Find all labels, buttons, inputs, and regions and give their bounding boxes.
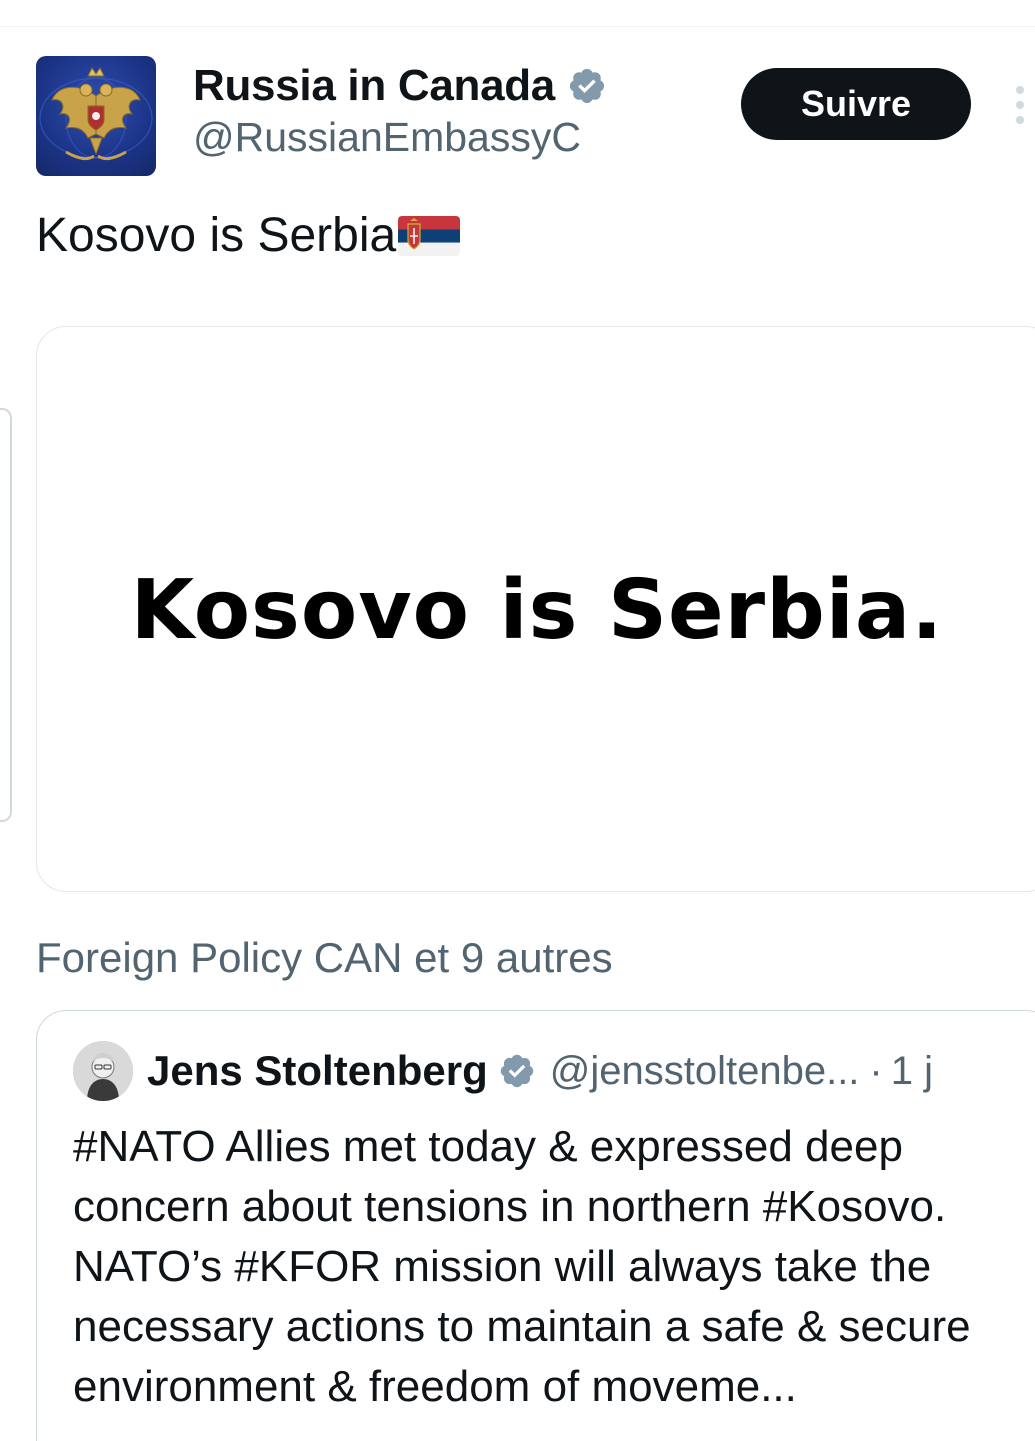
quoted-tweet-header: Jens Stoltenberg @jensstoltenbe... · 1 j xyxy=(73,1041,933,1101)
top-divider xyxy=(0,26,1035,27)
media-card[interactable]: Kosovo is Serbia. xyxy=(36,326,1035,892)
follow-button[interactable]: Suivre xyxy=(741,68,971,140)
quoted-tweet-text: #NATO Allies met today & expressed deep … xyxy=(73,1122,971,1411)
quoted-timestamp[interactable]: 1 j xyxy=(891,1049,933,1094)
side-scroll-handle[interactable] xyxy=(0,408,12,822)
serbia-flag-icon xyxy=(398,215,461,256)
verified-badge-icon xyxy=(500,1054,533,1088)
author-block[interactable]: Russia in Canada @RussianEmbassyC xyxy=(193,58,607,161)
display-name-row: Russia in Canada xyxy=(193,58,607,114)
profile-photo-icon xyxy=(73,1041,133,1101)
quoted-author-avatar[interactable] xyxy=(73,1041,133,1101)
tweet-text-content: Kosovo is Serbia xyxy=(36,209,397,262)
tweet-text: Kosovo is Serbia xyxy=(36,208,461,263)
separator-dot: · xyxy=(869,1048,883,1093)
quoted-tweet-card[interactable]: Jens Stoltenberg @jensstoltenbe... · 1 j… xyxy=(36,1010,1035,1441)
media-image-text: Kosovo is Serbia. xyxy=(130,563,944,658)
author-handle[interactable]: @RussianEmbassyC xyxy=(193,114,607,161)
more-vertical-icon[interactable] xyxy=(1010,85,1030,125)
verified-badge-icon xyxy=(569,68,605,104)
quoted-author-handle[interactable]: @jensstoltenbe... xyxy=(550,1049,860,1094)
author-avatar[interactable] xyxy=(36,56,156,176)
social-context[interactable]: Foreign Policy CAN et 9 autres xyxy=(36,934,613,982)
author-display-name[interactable]: Russia in Canada xyxy=(193,61,555,111)
coat-of-arms-icon xyxy=(39,67,153,161)
tweet-page: Russia in Canada @RussianEmbassyC Suivre… xyxy=(0,0,1035,1441)
quoted-author-name[interactable]: Jens Stoltenberg xyxy=(147,1047,488,1095)
